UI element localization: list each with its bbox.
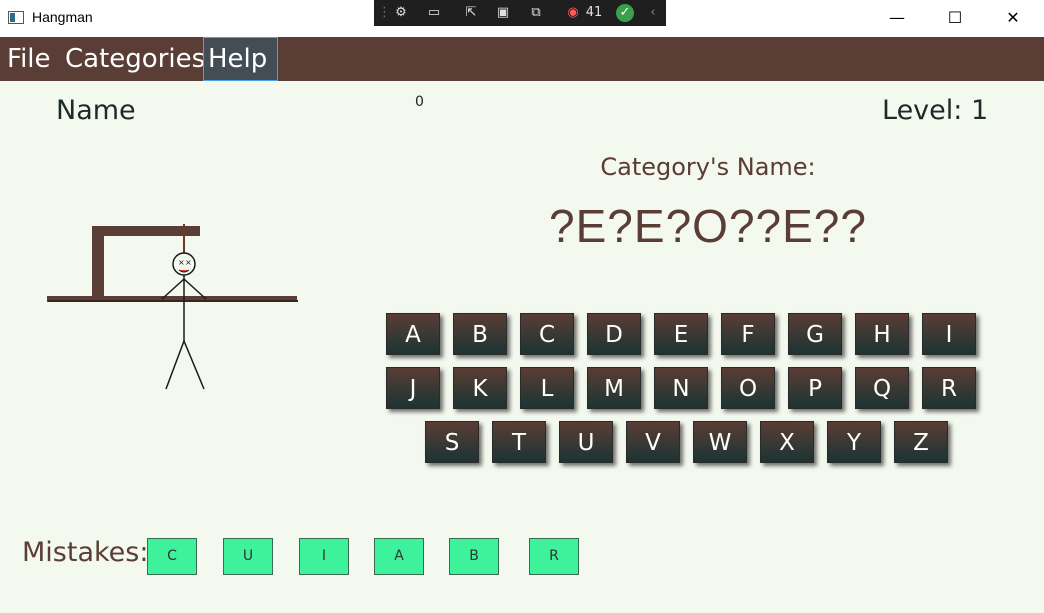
key-b[interactable]: B — [453, 313, 507, 355]
key-s[interactable]: S — [425, 421, 479, 463]
mistake-letter: I — [299, 538, 349, 575]
menu-categories[interactable]: Categories — [61, 37, 209, 81]
man-right-leg — [183, 340, 205, 390]
key-g[interactable]: G — [788, 313, 842, 355]
mistake-letter: R — [529, 538, 579, 575]
key-y[interactable]: Y — [827, 421, 881, 463]
key-n[interactable]: N — [654, 367, 708, 409]
category-name: Category's Name: — [600, 153, 816, 181]
maximize-button[interactable]: ☐ — [926, 0, 984, 36]
close-button[interactable]: ✕ — [984, 0, 1042, 36]
window-title-bar: Hangman ⋮ ⚙ ▭ ⇱ ▣ ⧉ ◉ 41 ✓ ‹ — ☐ ✕ — [0, 0, 1044, 37]
key-d[interactable]: D — [587, 313, 641, 355]
key-u[interactable]: U — [559, 421, 613, 463]
menu-help[interactable]: Help — [203, 37, 278, 81]
key-f[interactable]: F — [721, 313, 775, 355]
key-q[interactable]: Q — [855, 367, 909, 409]
select-element-icon[interactable]: ⇱ — [460, 4, 482, 22]
display-layout-icon[interactable]: ▣ — [492, 4, 514, 22]
key-z[interactable]: Z — [894, 421, 948, 463]
live-tree-icon[interactable]: ⚙ — [390, 4, 412, 22]
gallows-base-shadow — [48, 300, 298, 302]
binding-failures-icon[interactable]: ◉ — [562, 4, 584, 22]
key-e[interactable]: E — [654, 313, 708, 355]
player-name: Name — [56, 95, 136, 126]
score: 0 — [415, 94, 424, 110]
debug-toolbar: ⋮ ⚙ ▭ ⇱ ▣ ⧉ ◉ 41 ✓ ‹ — [374, 0, 666, 26]
key-o[interactable]: O — [721, 367, 775, 409]
menu-bar: File Categories Help — [0, 37, 1044, 81]
minimize-button[interactable]: — — [868, 0, 926, 36]
grip-icon: ⋮ — [378, 5, 391, 20]
key-r[interactable]: R — [922, 367, 976, 409]
key-a[interactable]: A — [386, 313, 440, 355]
hot-reload-ok-icon[interactable]: ✓ — [614, 4, 636, 22]
key-k[interactable]: K — [453, 367, 507, 409]
mistake-letter: C — [147, 538, 197, 575]
man-right-eye-icon: × — [185, 258, 192, 267]
window-title: Hangman — [32, 9, 93, 25]
key-p[interactable]: P — [788, 367, 842, 409]
collapse-toolbar-icon[interactable]: ‹ — [646, 4, 660, 22]
binding-failures-count: 41 — [585, 5, 603, 20]
key-l[interactable]: L — [520, 367, 574, 409]
man-left-eye-icon: × — [178, 258, 185, 267]
key-i[interactable]: I — [922, 313, 976, 355]
key-x[interactable]: X — [760, 421, 814, 463]
record-icon[interactable]: ▭ — [422, 4, 446, 22]
key-t[interactable]: T — [492, 421, 546, 463]
app-icon — [8, 11, 24, 24]
gallows-post — [92, 226, 104, 298]
key-m[interactable]: M — [587, 367, 641, 409]
key-v[interactable]: V — [626, 421, 680, 463]
mistake-letter: U — [223, 538, 273, 575]
gallows-drawing: × × — [47, 224, 298, 390]
key-j[interactable]: J — [386, 367, 440, 409]
game-area: Name 0 Level: 1 Category's Name: ?E?E?O?… — [0, 81, 1044, 613]
track-focus-icon[interactable]: ⧉ — [524, 4, 548, 22]
key-c[interactable]: C — [520, 313, 574, 355]
key-w[interactable]: W — [693, 421, 747, 463]
man-tongue — [178, 269, 190, 273]
key-h[interactable]: H — [855, 313, 909, 355]
man-left-leg — [165, 340, 185, 390]
mistake-letter: B — [449, 538, 499, 575]
level-label: Level: 1 — [882, 95, 989, 126]
menu-file[interactable]: File — [3, 37, 55, 81]
mistake-letter: A — [374, 538, 424, 575]
mistakes-label: Mistakes: — [22, 537, 149, 568]
